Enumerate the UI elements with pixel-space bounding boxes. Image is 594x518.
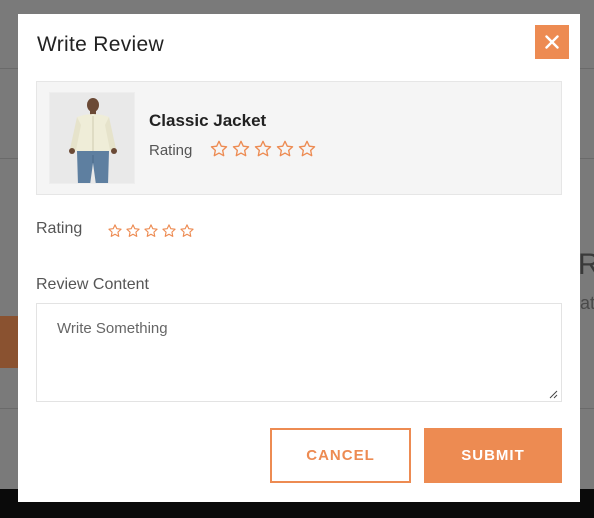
cancel-button[interactable]: CANCEL: [270, 428, 411, 483]
star-outline-icon[interactable]: [107, 223, 123, 239]
product-card: Classic Jacket Rating: [36, 81, 562, 195]
background-button: [0, 316, 18, 368]
star-outline-icon[interactable]: [179, 223, 195, 239]
background-heading: R: [578, 248, 594, 281]
star-outline-icon: [297, 139, 317, 159]
star-outline-icon[interactable]: [161, 223, 177, 239]
rating-input[interactable]: [107, 223, 195, 239]
modal-title: Write Review: [37, 33, 164, 56]
star-outline-icon[interactable]: [125, 223, 141, 239]
submit-button[interactable]: SUBMIT: [424, 428, 562, 483]
review-content-label: Review Content: [36, 276, 149, 293]
product-image: [49, 92, 135, 184]
star-outline-icon: [253, 139, 273, 159]
star-outline-icon: [209, 139, 229, 159]
product-photo: [50, 93, 134, 183]
star-outline-icon: [275, 139, 295, 159]
review-content-textarea[interactable]: [36, 303, 562, 402]
close-icon: [545, 35, 559, 49]
close-button[interactable]: [535, 25, 569, 59]
star-outline-icon: [231, 139, 251, 159]
resize-handle-icon[interactable]: [548, 389, 558, 399]
background-text: at: [580, 293, 594, 313]
product-rating-label: Rating: [149, 142, 193, 159]
rating-label: Rating: [36, 220, 83, 237]
product-rating-stars: [209, 139, 317, 159]
product-name: Classic Jacket: [149, 111, 267, 130]
review-modal: Write Review Classic Jacket Rating Ratin…: [18, 14, 580, 502]
star-outline-icon[interactable]: [143, 223, 159, 239]
